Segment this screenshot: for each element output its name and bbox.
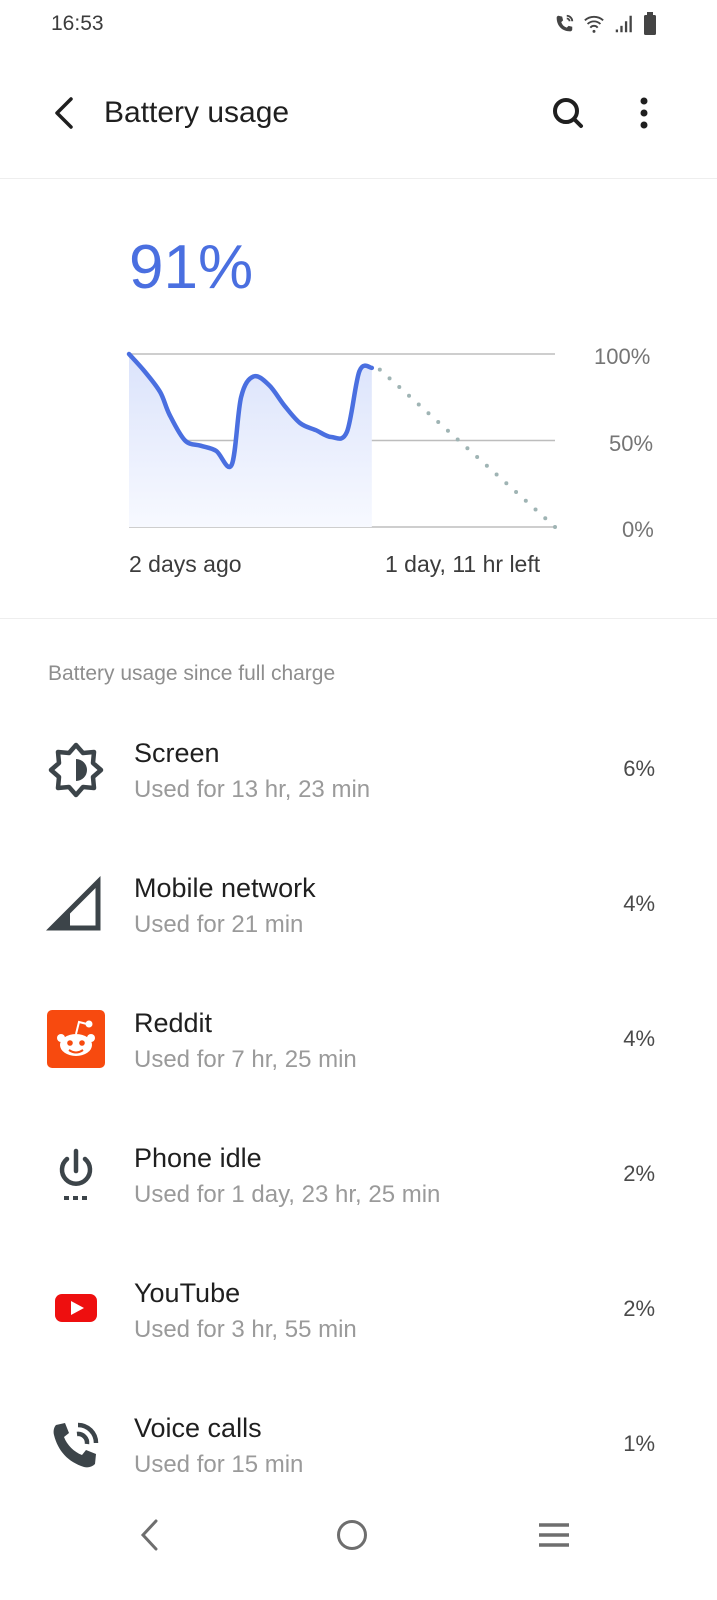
- usage-item-reddit[interactable]: Reddit Used for 7 hr, 25 min 4%: [0, 1008, 717, 1143]
- signal-icon: [615, 15, 632, 33]
- projection-dot: [484, 463, 489, 468]
- status-bar: 16:53: [0, 0, 717, 52]
- usage-item-title: Screen: [134, 738, 220, 768]
- projection-dot: [504, 481, 509, 486]
- usage-item-title: Voice calls: [134, 1413, 262, 1443]
- search-icon: [553, 98, 583, 128]
- projection-dot: [407, 393, 412, 398]
- nav-home-icon: [337, 1520, 367, 1550]
- usage-item-title: Reddit: [134, 1008, 213, 1038]
- x-end-label: 1 day, 11 hr left: [385, 551, 541, 577]
- search-button[interactable]: [548, 93, 588, 133]
- usage-item-percent: 1%: [623, 1431, 655, 1456]
- usage-item-title: Phone idle: [134, 1143, 262, 1173]
- y-tick-label: 0%: [622, 517, 654, 542]
- divider: [0, 618, 717, 619]
- more-options-button[interactable]: [626, 93, 666, 133]
- battery-level: 91%: [129, 233, 254, 302]
- nav-recents-icon: [539, 1523, 569, 1547]
- usage-item-phone-idle[interactable]: Phone idle Used for 1 day, 23 hr, 25 min…: [0, 1143, 717, 1278]
- projection-dot: [475, 455, 480, 460]
- usage-item-subtitle: Used for 13 hr, 23 min: [134, 776, 371, 803]
- y-tick-label: 50%: [609, 431, 654, 456]
- projection-dot: [387, 376, 392, 381]
- y-tick-label: 100%: [594, 344, 651, 369]
- projection-dot: [543, 516, 548, 521]
- projection-dot: [533, 507, 538, 512]
- navigation-bar: [0, 1500, 717, 1600]
- usage-item-percent: 2%: [623, 1161, 655, 1186]
- usage-item-title: Mobile network: [134, 873, 316, 903]
- app-bar: Battery usage: [0, 60, 717, 179]
- power-idle-icon: [46, 1145, 106, 1205]
- reddit-icon: [46, 1009, 106, 1069]
- wifi-icon: [584, 15, 604, 33]
- projection-dot: [436, 420, 441, 425]
- usage-item-mobile-network[interactable]: Mobile network Used for 21 min 4%: [0, 873, 717, 1008]
- usage-item-subtitle: Used for 15 min: [134, 1451, 304, 1478]
- usage-item-subtitle: Used for 21 min: [134, 911, 304, 938]
- brightness-icon: [46, 740, 106, 800]
- x-start-label: 2 days ago: [129, 551, 242, 577]
- projection-dot: [553, 525, 557, 529]
- battery-icon: [644, 12, 656, 35]
- projection-dot: [397, 385, 402, 390]
- nav-back-button[interactable]: [120, 1510, 180, 1560]
- usage-item-title: YouTube: [134, 1278, 241, 1308]
- projection-dot: [377, 367, 382, 372]
- voice-call-icon: [46, 1415, 106, 1475]
- usage-item-subtitle: Used for 1 day, 23 hr, 25 min: [134, 1181, 441, 1208]
- status-time: 16:53: [51, 12, 104, 35]
- wifi-calling-icon: [556, 14, 574, 32]
- projection-dot: [523, 498, 528, 503]
- nav-recents-button[interactable]: [524, 1510, 584, 1560]
- projection-dot: [494, 472, 499, 477]
- projection-dot: [416, 402, 421, 407]
- projection-dot: [514, 490, 519, 495]
- back-button[interactable]: [44, 93, 84, 133]
- usage-item-percent: 6%: [623, 756, 655, 781]
- projection-dot: [455, 437, 460, 442]
- projection-dot: [465, 446, 470, 451]
- cell-signal-icon: [46, 875, 106, 935]
- usage-item-subtitle: Used for 3 hr, 55 min: [134, 1316, 357, 1343]
- more-vert-icon: [640, 97, 648, 129]
- nav-back-icon: [140, 1519, 158, 1551]
- usage-item-youtube[interactable]: YouTube Used for 3 hr, 55 min 2%: [0, 1278, 717, 1413]
- page-title: Battery usage: [104, 96, 290, 129]
- battery-chart: 100% 50% 0% 2 days ago 1 day, 11 hr left: [0, 330, 717, 590]
- usage-item-percent: 4%: [623, 1026, 655, 1051]
- usage-item-subtitle: Used for 7 hr, 25 min: [134, 1046, 357, 1073]
- youtube-icon: [46, 1278, 106, 1338]
- projection-dot: [445, 428, 450, 433]
- projection-dot: [426, 411, 431, 416]
- back-arrow-icon: [55, 97, 73, 129]
- nav-home-button[interactable]: [322, 1510, 382, 1560]
- usage-item-percent: 4%: [623, 891, 655, 916]
- section-header: Battery usage since full charge: [48, 662, 336, 685]
- status-icons: [553, 12, 657, 36]
- usage-item-screen[interactable]: Screen Used for 13 hr, 23 min 6%: [0, 738, 717, 873]
- usage-item-percent: 2%: [623, 1296, 655, 1321]
